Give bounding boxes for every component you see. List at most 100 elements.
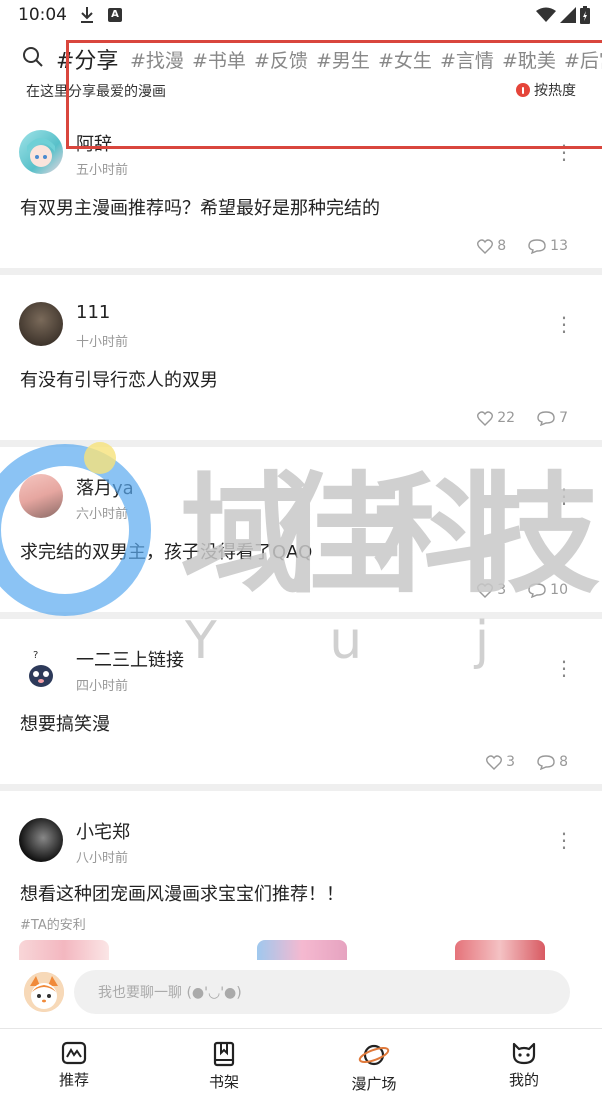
info-dot-icon — [516, 83, 530, 97]
sort-label: 按热度 — [534, 83, 576, 99]
topic-subtitle: 在这里分享最爱的漫画 — [26, 84, 166, 100]
sort-button[interactable]: 按热度 — [516, 80, 576, 100]
comment-input[interactable]: 我也要聊一聊 (●'◡'●) — [74, 970, 570, 1014]
post-time: 四小时前 — [76, 679, 129, 694]
search-icon[interactable] — [22, 46, 44, 72]
avatar[interactable] — [19, 818, 63, 862]
tab-harem[interactable]: #后宫 — [564, 46, 602, 73]
tab-bl[interactable]: #耽美 — [502, 46, 556, 73]
like-count: 8 — [497, 238, 507, 254]
tab-find-manga[interactable]: #找漫 — [130, 46, 184, 73]
more-options-icon[interactable]: ⋮ — [554, 314, 574, 334]
divider — [0, 440, 602, 447]
nav-square[interactable]: 漫广场 — [334, 1041, 414, 1094]
tab-book-list[interactable]: #书单 — [192, 46, 246, 73]
divider — [0, 784, 602, 791]
divider — [0, 612, 602, 619]
a-badge-icon: A — [108, 8, 122, 22]
like-button[interactable]: 3 — [486, 754, 515, 770]
heart-icon — [477, 238, 494, 254]
like-button[interactable]: 22 — [477, 410, 515, 426]
post-card[interactable]: 小宅郑 八小时前 ⋮ 想看这种团宠画风漫画求宝宝们推荐！！ #TA的安利 — [0, 806, 602, 964]
user-avatar[interactable] — [24, 972, 64, 1012]
status-bar: 10:04 A — [0, 0, 602, 34]
nav-recommend[interactable]: 推荐 — [34, 1041, 114, 1090]
planet-icon — [358, 1044, 390, 1066]
recommend-icon — [61, 1041, 87, 1065]
comment-icon — [528, 238, 546, 254]
username[interactable]: 111 — [76, 302, 110, 323]
bookshelf-icon — [213, 1041, 235, 1067]
heart-icon — [477, 582, 494, 598]
post-card[interactable]: 阿辞 五小时前 ⋮ 有双男主漫画推荐吗？希望最好是那种完结的 8 13 — [0, 118, 602, 268]
comment-button[interactable]: 10 — [528, 582, 568, 598]
post-topic-tag[interactable]: #TA的安利 — [20, 914, 86, 933]
tab-romance[interactable]: #言情 — [440, 46, 494, 73]
comment-count: 13 — [550, 238, 568, 254]
post-content[interactable]: 有双男主漫画推荐吗？希望最好是那种完结的 — [20, 194, 380, 220]
avatar[interactable] — [19, 302, 63, 346]
like-button[interactable]: 8 — [477, 238, 506, 254]
heart-icon — [486, 754, 503, 770]
cat-face-icon — [512, 1042, 536, 1065]
wifi-icon — [536, 7, 556, 22]
like-button[interactable]: 3 — [477, 582, 506, 598]
tab-share[interactable]: #分享 — [56, 43, 118, 75]
comment-icon — [537, 754, 555, 770]
nav-label: 我的 — [508, 1071, 539, 1089]
comment-count: 7 — [559, 410, 568, 426]
like-count: 3 — [497, 582, 507, 598]
status-right-icons — [536, 6, 590, 24]
nav-bookshelf[interactable]: 书架 — [184, 1041, 264, 1092]
bottom-nav: 推荐 书架 漫广场 我的 — [0, 1028, 602, 1104]
post-card[interactable]: 111 十小时前 ⋮ 有没有引导行恋人的双男 22 7 — [0, 290, 602, 440]
username[interactable]: 阿辞 — [76, 130, 112, 156]
post-content[interactable]: 想看这种团宠画风漫画求宝宝们推荐！！ — [20, 880, 344, 906]
comment-bar: 我也要聊一聊 (●'◡'●) — [0, 960, 602, 1026]
divider — [0, 268, 602, 275]
nav-label: 推荐 — [58, 1071, 89, 1089]
username[interactable]: 小宅郑 — [76, 818, 130, 844]
post-time: 八小时前 — [76, 851, 129, 866]
post-stats: 3 10 — [477, 582, 568, 598]
post-card[interactable]: 落月ya 六小时前 ⋮ 求完结的双男主，孩子没得看了QAQ 3 10 — [0, 462, 602, 612]
post-time: 五小时前 — [76, 163, 129, 178]
avatar[interactable]: ? — [19, 646, 63, 690]
post-content[interactable]: 想要搞笑漫 — [20, 710, 110, 736]
like-count: 22 — [497, 410, 516, 426]
comment-button[interactable]: 8 — [537, 754, 568, 770]
download-icon — [80, 6, 94, 28]
like-count: 3 — [506, 754, 516, 770]
more-options-icon[interactable]: ⋮ — [554, 658, 574, 678]
comment-icon — [528, 582, 546, 598]
more-options-icon[interactable]: ⋮ — [554, 142, 574, 162]
post-content[interactable]: 求完结的双男主，孩子没得看了QAQ — [20, 538, 312, 564]
comment-button[interactable]: 13 — [528, 238, 568, 254]
post-time: 六小时前 — [76, 507, 129, 522]
post-time: 十小时前 — [76, 335, 129, 350]
comment-icon — [537, 410, 555, 426]
signal-icon — [560, 7, 576, 23]
username[interactable]: 落月ya — [76, 474, 134, 500]
post-stats: 22 7 — [477, 410, 568, 426]
comment-count: 10 — [550, 582, 568, 598]
topic-tabs: #分享 #找漫 #书单 #反馈 #男生 #女生 #言情 #耽美 #后宫 — [0, 40, 602, 78]
username[interactable]: 一二三上链接 — [76, 646, 184, 672]
nav-label: 漫广场 — [351, 1075, 397, 1093]
nav-mine[interactable]: 我的 — [484, 1041, 564, 1090]
tab-feedback[interactable]: #反馈 — [254, 46, 308, 73]
avatar[interactable] — [19, 130, 63, 174]
comment-count: 8 — [559, 754, 568, 770]
svg-text:?: ? — [33, 650, 38, 661]
more-options-icon[interactable]: ⋮ — [554, 830, 574, 850]
tab-male[interactable]: #男生 — [316, 46, 370, 73]
more-options-icon[interactable]: ⋮ — [554, 486, 574, 506]
comment-button[interactable]: 7 — [537, 410, 568, 426]
avatar[interactable] — [19, 474, 63, 518]
status-time: 10:04 — [18, 5, 67, 25]
post-content[interactable]: 有没有引导行恋人的双男 — [20, 366, 218, 392]
post-stats: 8 13 — [477, 238, 568, 254]
tab-female[interactable]: #女生 — [378, 46, 432, 73]
post-card[interactable]: ? 一二三上链接 四小时前 ⋮ 想要搞笑漫 3 8 — [0, 634, 602, 784]
post-stats: 3 8 — [486, 754, 568, 770]
